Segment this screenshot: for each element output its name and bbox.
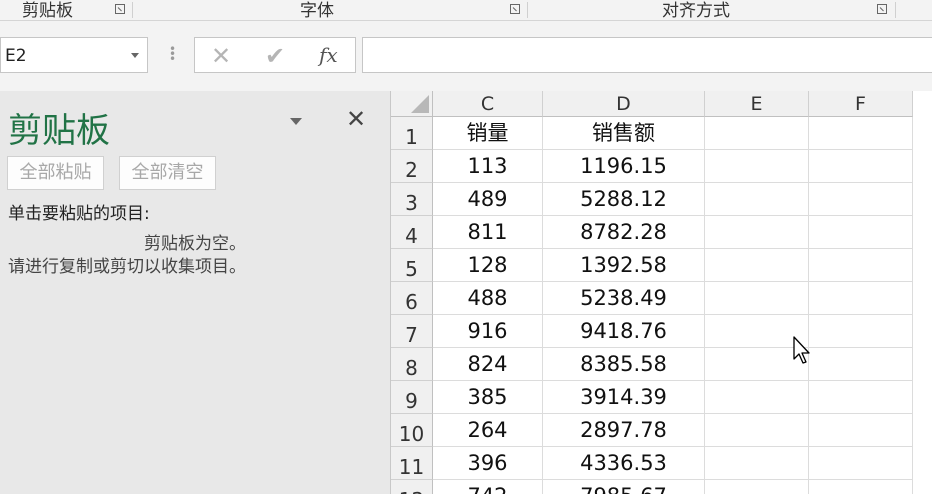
clipboard-launcher-icon[interactable] <box>115 4 125 14</box>
cell[interactable]: 824 <box>433 348 543 381</box>
ribbon-group-clipboard: 剪贴板 <box>22 1 73 21</box>
column-header[interactable]: F <box>809 91 913 117</box>
ribbon-separator <box>132 2 133 18</box>
cell[interactable] <box>705 480 809 494</box>
cell[interactable] <box>705 414 809 447</box>
formula-input[interactable] <box>362 37 932 73</box>
cell[interactable] <box>705 150 809 183</box>
cell[interactable]: 5238.49 <box>543 282 705 315</box>
cancel-icon[interactable]: ✕ <box>211 42 231 70</box>
cell[interactable] <box>809 117 913 150</box>
cell[interactable] <box>809 348 913 381</box>
row-header[interactable]: 4 <box>391 216 433 249</box>
cell[interactable]: 916 <box>433 315 543 348</box>
cell[interactable] <box>705 282 809 315</box>
row-header[interactable]: 1 <box>391 117 433 150</box>
cell[interactable]: 811 <box>433 216 543 249</box>
cell[interactable] <box>705 381 809 414</box>
cell[interactable]: 7985.67 <box>543 480 705 494</box>
cell[interactable]: 5288.12 <box>543 183 705 216</box>
alignment-launcher-icon[interactable] <box>877 4 887 14</box>
cell[interactable]: 396 <box>433 447 543 480</box>
row-header[interactable]: 10 <box>391 414 433 447</box>
ribbon-separator <box>895 2 896 18</box>
cell[interactable] <box>809 381 913 414</box>
cell[interactable] <box>809 480 913 494</box>
cell[interactable]: 489 <box>433 183 543 216</box>
formula-bar: E2 • • • ✕ ✔ fx <box>0 21 932 91</box>
ribbon-group-bar: 剪贴板 字体 对齐方式 <box>0 0 932 21</box>
column-header[interactable]: D <box>543 91 705 117</box>
empty-instruction: 请进行复制或剪切以收集项目。 <box>8 257 246 277</box>
row-header[interactable]: 9 <box>391 381 433 414</box>
cell[interactable]: 销售额 <box>543 117 705 150</box>
cell[interactable]: 8782.28 <box>543 216 705 249</box>
cell[interactable] <box>809 414 913 447</box>
pane-title: 剪贴板 <box>8 111 110 151</box>
chevron-down-icon[interactable] <box>290 118 302 125</box>
cell[interactable] <box>705 183 809 216</box>
cell[interactable]: 销量 <box>433 117 543 150</box>
row-header[interactable]: 5 <box>391 249 433 282</box>
font-launcher-icon[interactable] <box>510 4 520 14</box>
row-header[interactable]: 8 <box>391 348 433 381</box>
cell[interactable]: 742 <box>433 480 543 494</box>
insert-function-icon[interactable]: fx <box>319 43 338 67</box>
ribbon-separator <box>527 2 528 18</box>
name-box-dropdown-icon[interactable] <box>131 53 139 58</box>
name-box-value: E2 <box>5 46 27 66</box>
mouse-pointer-icon <box>793 336 810 364</box>
row-header[interactable]: 2 <box>391 150 433 183</box>
cell[interactable] <box>809 315 913 348</box>
spreadsheet-grid[interactable]: C D E F 1 销量 销售额 2 113 1196.15 3 489 5288.12 4 811 8782… <box>390 91 932 494</box>
cell[interactable] <box>705 117 809 150</box>
cell[interactable]: 1392.58 <box>543 249 705 282</box>
cell[interactable]: 1196.15 <box>543 150 705 183</box>
clipboard-pane: 剪贴板 ✕ 全部粘贴 全部清空 单击要粘贴的项目: 剪贴板为空。 请进行复制或剪… <box>0 91 390 494</box>
cell[interactable]: 9418.76 <box>543 315 705 348</box>
cell[interactable]: 385 <box>433 381 543 414</box>
enter-icon[interactable]: ✔ <box>265 42 285 70</box>
column-header[interactable]: C <box>433 91 543 117</box>
paste-all-button[interactable]: 全部粘贴 <box>7 156 104 190</box>
cell[interactable] <box>705 447 809 480</box>
cell[interactable] <box>705 216 809 249</box>
row-header[interactable]: 11 <box>391 447 433 480</box>
cell[interactable]: 4336.53 <box>543 447 705 480</box>
formula-buttons: ✕ ✔ fx <box>194 37 356 73</box>
cell[interactable]: 3914.39 <box>543 381 705 414</box>
select-all-corner[interactable] <box>391 91 433 117</box>
row-header[interactable]: 3 <box>391 183 433 216</box>
close-icon[interactable]: ✕ <box>346 105 366 133</box>
cell[interactable] <box>809 282 913 315</box>
column-header[interactable]: E <box>705 91 809 117</box>
row-header[interactable]: 12 <box>391 480 433 494</box>
cell[interactable]: 2897.78 <box>543 414 705 447</box>
cell[interactable]: 128 <box>433 249 543 282</box>
cell[interactable] <box>809 249 913 282</box>
ribbon-group-font: 字体 <box>300 1 334 21</box>
row-header[interactable]: 6 <box>391 282 433 315</box>
name-box[interactable]: E2 <box>0 37 148 73</box>
cell[interactable] <box>809 150 913 183</box>
cell[interactable] <box>809 216 913 249</box>
ribbon-group-alignment: 对齐方式 <box>662 1 730 21</box>
cell[interactable]: 488 <box>433 282 543 315</box>
empty-message: 剪贴板为空。 <box>144 234 246 254</box>
cell[interactable]: 264 <box>433 414 543 447</box>
cell[interactable]: 113 <box>433 150 543 183</box>
row-header[interactable]: 7 <box>391 315 433 348</box>
formula-bar-grip-icon[interactable]: • • • <box>169 43 176 65</box>
paste-hint: 单击要粘贴的项目: <box>8 204 150 224</box>
cell[interactable] <box>705 249 809 282</box>
cell[interactable]: 8385.58 <box>543 348 705 381</box>
cell[interactable] <box>809 183 913 216</box>
clear-all-button[interactable]: 全部清空 <box>119 156 216 190</box>
cell[interactable] <box>809 447 913 480</box>
